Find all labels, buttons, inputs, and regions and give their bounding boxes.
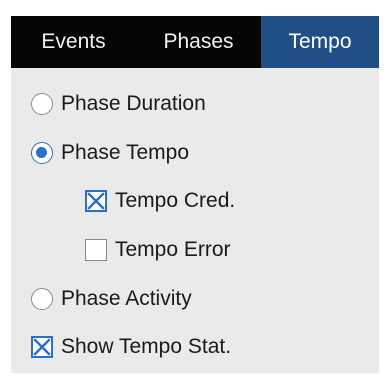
phase-duration-radio[interactable] bbox=[31, 93, 53, 115]
tempo-error-checkbox[interactable] bbox=[85, 239, 107, 261]
tab-phases[interactable]: Phases bbox=[136, 16, 261, 68]
tab-bar: Events Phases Tempo bbox=[11, 16, 379, 68]
phase-activity-radio[interactable] bbox=[31, 288, 53, 310]
tempo-cred-checkbox[interactable] bbox=[85, 190, 107, 212]
tempo-settings-panel: Events Phases Tempo Phase Duration Phase… bbox=[11, 16, 379, 373]
phase-tempo-radio[interactable] bbox=[31, 142, 53, 164]
tempo-cred-label: Tempo Cred. bbox=[115, 189, 236, 212]
phase-activity-label: Phase Activity bbox=[61, 287, 192, 310]
phase-duration-option[interactable]: Phase Duration bbox=[31, 92, 206, 116]
show-tempo-stat-checkbox[interactable] bbox=[31, 336, 53, 358]
show-tempo-stat-option[interactable]: Show Tempo Stat. bbox=[31, 335, 231, 359]
tempo-cred-option[interactable]: Tempo Cred. bbox=[85, 189, 235, 213]
phase-activity-option[interactable]: Phase Activity bbox=[31, 287, 192, 311]
checkmark-x-icon bbox=[87, 192, 105, 210]
show-tempo-stat-label: Show Tempo Stat. bbox=[61, 335, 232, 358]
tab-events[interactable]: Events bbox=[11, 16, 136, 68]
phase-tempo-option[interactable]: Phase Tempo bbox=[31, 141, 189, 165]
tab-tempo[interactable]: Tempo bbox=[261, 16, 379, 68]
tempo-error-option[interactable]: Tempo Error bbox=[85, 238, 231, 262]
phase-tempo-label: Phase Tempo bbox=[61, 141, 190, 164]
checkmark-x-icon bbox=[33, 338, 51, 356]
phase-duration-label: Phase Duration bbox=[61, 92, 206, 115]
tempo-error-label: Tempo Error bbox=[115, 238, 231, 261]
